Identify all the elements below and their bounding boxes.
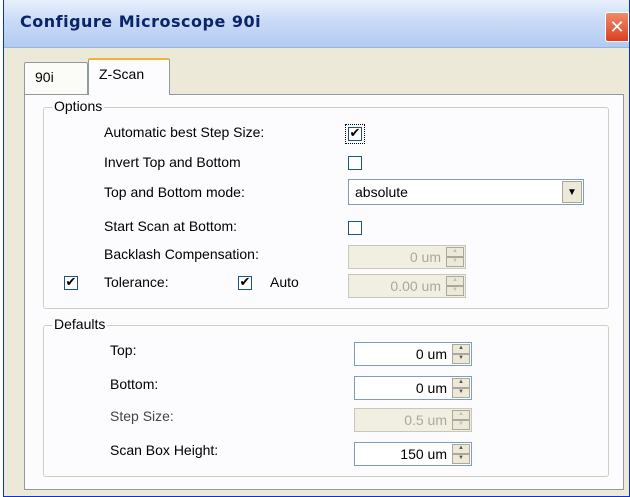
top-spinner[interactable]: 0 um ▲ ▼ [354, 342, 472, 366]
tolerance-spin-buttons[interactable]: ▲ ▼ [446, 276, 464, 296]
check-icon: ✔ [65, 275, 77, 290]
step-size-value: 0.5 um [404, 412, 447, 428]
options-legend: Options [52, 98, 105, 114]
bottom-value: 0 um [415, 380, 447, 396]
tolerance-value: 0.00 um [390, 278, 441, 294]
start-bottom-label: Start Scan at Bottom: [104, 218, 238, 234]
tolerance-label: Tolerance: [104, 274, 169, 290]
window-title: Configure Microscope 90i [20, 12, 262, 31]
auto-step-checkbox[interactable]: ✔ [345, 124, 365, 144]
tab-z-scan[interactable]: Z-Scan [88, 58, 170, 95]
step-size-spin-buttons[interactable]: ▲ ▼ [452, 410, 470, 430]
start-bottom-checkbox[interactable] [348, 221, 362, 235]
backlash-spin-buttons[interactable]: ▲ ▼ [446, 247, 464, 267]
defaults-legend: Defaults [52, 316, 108, 332]
scan-box-height-spinner[interactable]: 150 um ▲ ▼ [354, 442, 472, 466]
options-group: Options Automatic best Step Size: ✔ Inve… [43, 98, 609, 309]
spin-down-icon[interactable]: ▼ [452, 388, 470, 398]
check-icon: ✔ [239, 275, 251, 290]
scan-box-height-label: Scan Box Height: [110, 442, 219, 458]
spin-down-icon[interactable]: ▼ [452, 454, 470, 464]
defaults-group: Defaults Top: 0 um ▲ ▼ Bottom: 0 um ▲ ▼ … [43, 316, 609, 477]
step-size-spinner[interactable]: 0.5 um ▲ ▼ [354, 408, 472, 432]
mode-label: Top and Bottom mode: [104, 184, 245, 200]
invert-checkbox[interactable] [348, 156, 362, 170]
auto-step-label: Automatic best Step Size: [104, 124, 265, 140]
scan-box-height-spin-buttons[interactable]: ▲ ▼ [452, 444, 470, 464]
spin-up-icon[interactable]: ▲ [446, 276, 464, 286]
backlash-label: Backlash Compensation: [104, 246, 259, 262]
tab-90i[interactable]: 90i [24, 62, 88, 94]
spin-up-icon[interactable]: ▲ [446, 247, 464, 257]
tolerance-auto-checkbox[interactable]: ✔ [238, 276, 252, 290]
top-spin-buttons[interactable]: ▲ ▼ [452, 344, 470, 364]
check-icon: ✔ [349, 126, 361, 141]
scan-box-height-value: 150 um [400, 446, 447, 462]
step-size-label: Step Size: [110, 408, 174, 424]
tab-90i-label: 90i [35, 69, 54, 85]
spin-up-icon[interactable]: ▲ [452, 410, 470, 420]
mode-value: absolute [355, 184, 408, 200]
tolerance-auto-label: Auto [270, 274, 299, 290]
z-scan-panel: Options Automatic best Step Size: ✔ Inve… [24, 94, 624, 490]
tab-z-scan-label: Z-Scan [99, 66, 145, 82]
close-icon: ✕ [609, 16, 625, 38]
spin-down-icon[interactable]: ▼ [446, 286, 464, 296]
mode-select[interactable]: absolute ▼ [348, 179, 584, 205]
spin-down-icon[interactable]: ▼ [452, 354, 470, 364]
dropdown-arrow-button[interactable]: ▼ [562, 181, 582, 203]
backlash-spinner[interactable]: 0 um ▲ ▼ [348, 245, 466, 269]
tolerance-checkbox[interactable]: ✔ [64, 276, 78, 290]
spin-up-icon[interactable]: ▲ [452, 344, 470, 354]
bottom-spinner[interactable]: 0 um ▲ ▼ [354, 376, 472, 400]
top-value: 0 um [415, 346, 447, 362]
close-button[interactable]: ✕ [605, 12, 629, 42]
chevron-down-icon: ▼ [567, 186, 577, 198]
tolerance-spinner[interactable]: 0.00 um ▲ ▼ [348, 274, 466, 298]
bottom-label: Bottom: [110, 376, 159, 392]
spin-down-icon[interactable]: ▼ [452, 420, 470, 430]
bottom-spin-buttons[interactable]: ▲ ▼ [452, 378, 470, 398]
backlash-value: 0 um [409, 249, 441, 265]
title-bar[interactable]: Configure Microscope 90i ✕ [4, 0, 629, 48]
dialog-window: Configure Microscope 90i ✕ 90i Z-Scan Op… [3, 0, 630, 497]
spin-down-icon[interactable]: ▼ [446, 257, 464, 267]
invert-label: Invert Top and Bottom [104, 154, 241, 170]
spin-up-icon[interactable]: ▲ [452, 444, 470, 454]
top-label: Top: [110, 342, 137, 358]
spin-up-icon[interactable]: ▲ [452, 378, 470, 388]
